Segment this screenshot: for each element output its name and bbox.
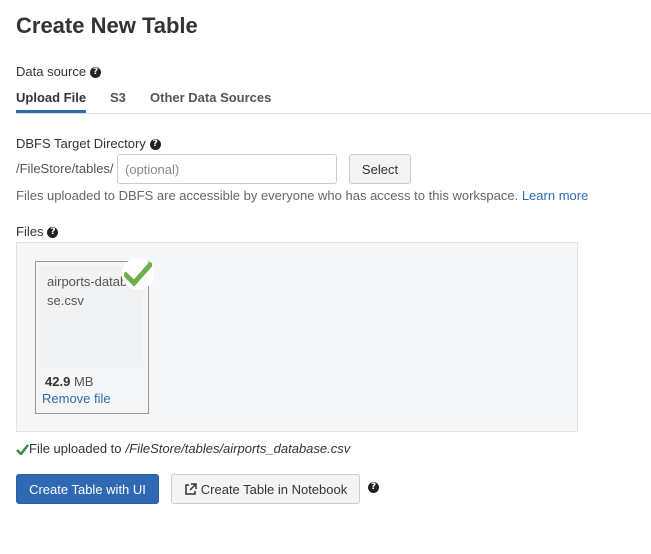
- question-circle-icon[interactable]: ?: [149, 138, 161, 150]
- select-button[interactable]: Select: [349, 154, 411, 184]
- file-size-value: 42.9: [45, 374, 71, 389]
- dbfs-info-text: Files uploaded to DBFS are accessible by…: [16, 188, 588, 204]
- file-size-unit: MB: [73, 374, 94, 389]
- learn-more-link[interactable]: Learn more: [522, 188, 588, 203]
- upload-status-path: /FileStore/tables/airports_database.csv: [125, 441, 351, 456]
- upload-success-badge: [122, 258, 154, 290]
- data-source-label: Data source: [16, 64, 87, 79]
- files-label-row: Files ?: [16, 224, 59, 240]
- tab-other-data-sources[interactable]: Other Data Sources: [150, 90, 271, 106]
- file-card: airports-database.csv 42.9 MB Remove fil…: [35, 258, 154, 414]
- create-table-with-ui-button[interactable]: Create Table with UI: [16, 474, 159, 504]
- file-drop-zone[interactable]: airports-database.csv 42.9 MB Remove fil…: [16, 242, 578, 432]
- external-link-icon: [185, 482, 197, 495]
- target-directory-input[interactable]: [117, 154, 337, 184]
- tab-s3[interactable]: S3: [110, 90, 126, 106]
- file-size: 42.9 MB: [45, 374, 93, 390]
- check-icon: [16, 443, 29, 455]
- files-label: Files: [16, 224, 44, 239]
- directory-prefix: /FileStore/tables/: [16, 161, 114, 176]
- tab-upload-file[interactable]: Upload File: [16, 90, 86, 106]
- remove-file-link[interactable]: Remove file: [42, 391, 111, 407]
- active-tab-indicator: [16, 110, 86, 113]
- data-source-label-row: Data source ?: [16, 64, 102, 80]
- question-circle-icon[interactable]: ?: [368, 482, 379, 493]
- upload-status: File uploaded to /FileStore/tables/airpo…: [16, 441, 350, 457]
- dbfs-info-message: Files uploaded to DBFS are accessible by…: [16, 188, 519, 203]
- page-title: Create New Table: [16, 13, 198, 38]
- upload-status-message: File uploaded to: [29, 441, 122, 456]
- create-table-in-notebook-button[interactable]: Create Table in Notebook: [171, 474, 360, 504]
- data-source-tabs: Upload File S3 Other Data Sources: [16, 87, 651, 114]
- target-directory-label-row: DBFS Target Directory ?: [16, 136, 161, 152]
- question-circle-icon[interactable]: ?: [47, 226, 59, 238]
- check-icon: [124, 262, 152, 286]
- create-table-in-notebook-label: Create Table in Notebook: [200, 481, 348, 497]
- question-circle-icon[interactable]: ?: [90, 66, 102, 78]
- target-directory-label: DBFS Target Directory: [16, 136, 146, 151]
- create-table-page: Create New Table Data source ? Upload Fi…: [0, 0, 651, 554]
